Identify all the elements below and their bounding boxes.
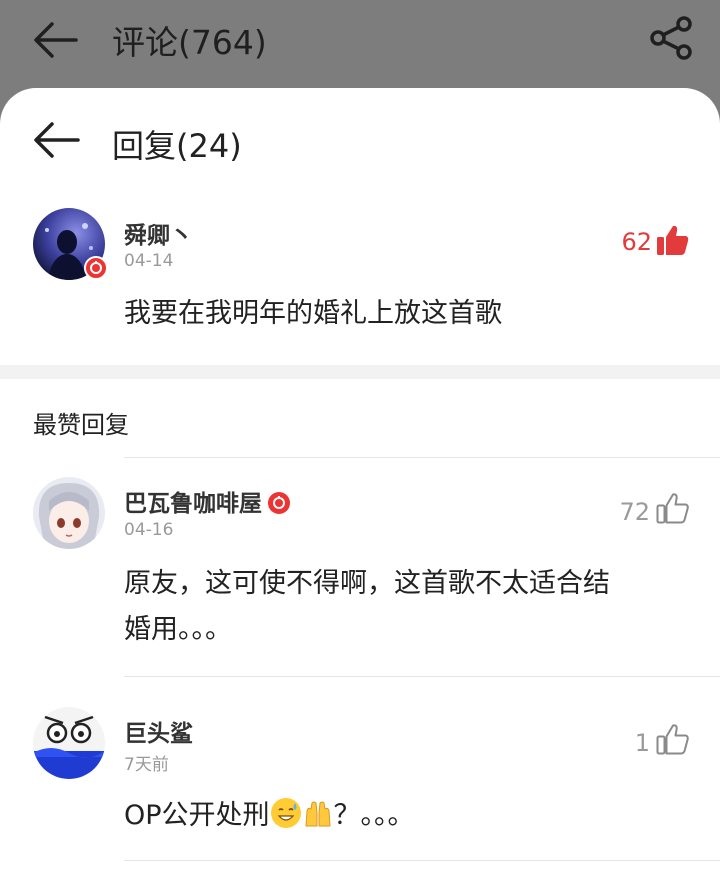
section-title: 最赞回复 [33, 411, 129, 439]
back-arrow-icon[interactable] [30, 18, 80, 62]
share-icon[interactable] [646, 14, 698, 62]
raised-hands-emoji [303, 798, 333, 828]
like-count: 72 [619, 498, 650, 526]
comment-content: 我要在我明年的婚礼上放这首歌 [124, 298, 502, 329]
vip-music-badge-icon [84, 256, 108, 280]
reply-content-line: 原友，这可使不得啊，这首歌不太适合结 [124, 568, 610, 599]
thumbs-up-icon[interactable] [656, 723, 690, 755]
reply-content-text: OP公开处刑 [124, 800, 270, 831]
back-arrow-icon[interactable] [30, 118, 82, 162]
sweat-smile-emoji [270, 798, 301, 828]
reply-content: 原友，这可使不得啊，这首歌不太适合结 婚用。。。 [124, 561, 684, 653]
reply-content: OP公开处刑 ？。。。 [124, 793, 415, 839]
reply-sheet: 回复(24) 舜卿丶 04-14 62 我要在我明年的婚礼上放这首歌 最赞回复 … [0, 88, 720, 888]
avatar[interactable] [33, 477, 105, 549]
like-count: 62 [621, 228, 652, 256]
vip-music-badge-icon [268, 492, 290, 514]
reply-date: 04-16 [124, 520, 174, 540]
thumbs-up-icon[interactable] [656, 492, 690, 524]
reply-username[interactable]: 巴瓦鲁咖啡屋 [124, 484, 290, 518]
reply-date: 7天前 [124, 755, 169, 775]
comment-username[interactable]: 舜卿丶 [124, 216, 193, 250]
reply-content-line: 婚用。。。 [124, 614, 232, 645]
comments-title: 评论(764) [112, 23, 267, 62]
divider [124, 457, 720, 458]
section-divider [0, 365, 720, 379]
divider [124, 860, 720, 861]
divider [124, 676, 720, 677]
reply-username[interactable]: 巨头鲨 [124, 714, 193, 748]
avatar[interactable] [33, 707, 105, 779]
reply-content-text: ？。。。 [333, 800, 415, 831]
thumbs-up-icon[interactable] [656, 224, 690, 256]
reply-username-text[interactable]: 巴瓦鲁咖啡屋 [124, 491, 262, 517]
replies-title: 回复(24) [112, 127, 242, 165]
comment-date: 04-14 [124, 251, 174, 271]
background-header: 评论(764) [0, 0, 720, 90]
like-count: 1 [634, 729, 650, 757]
